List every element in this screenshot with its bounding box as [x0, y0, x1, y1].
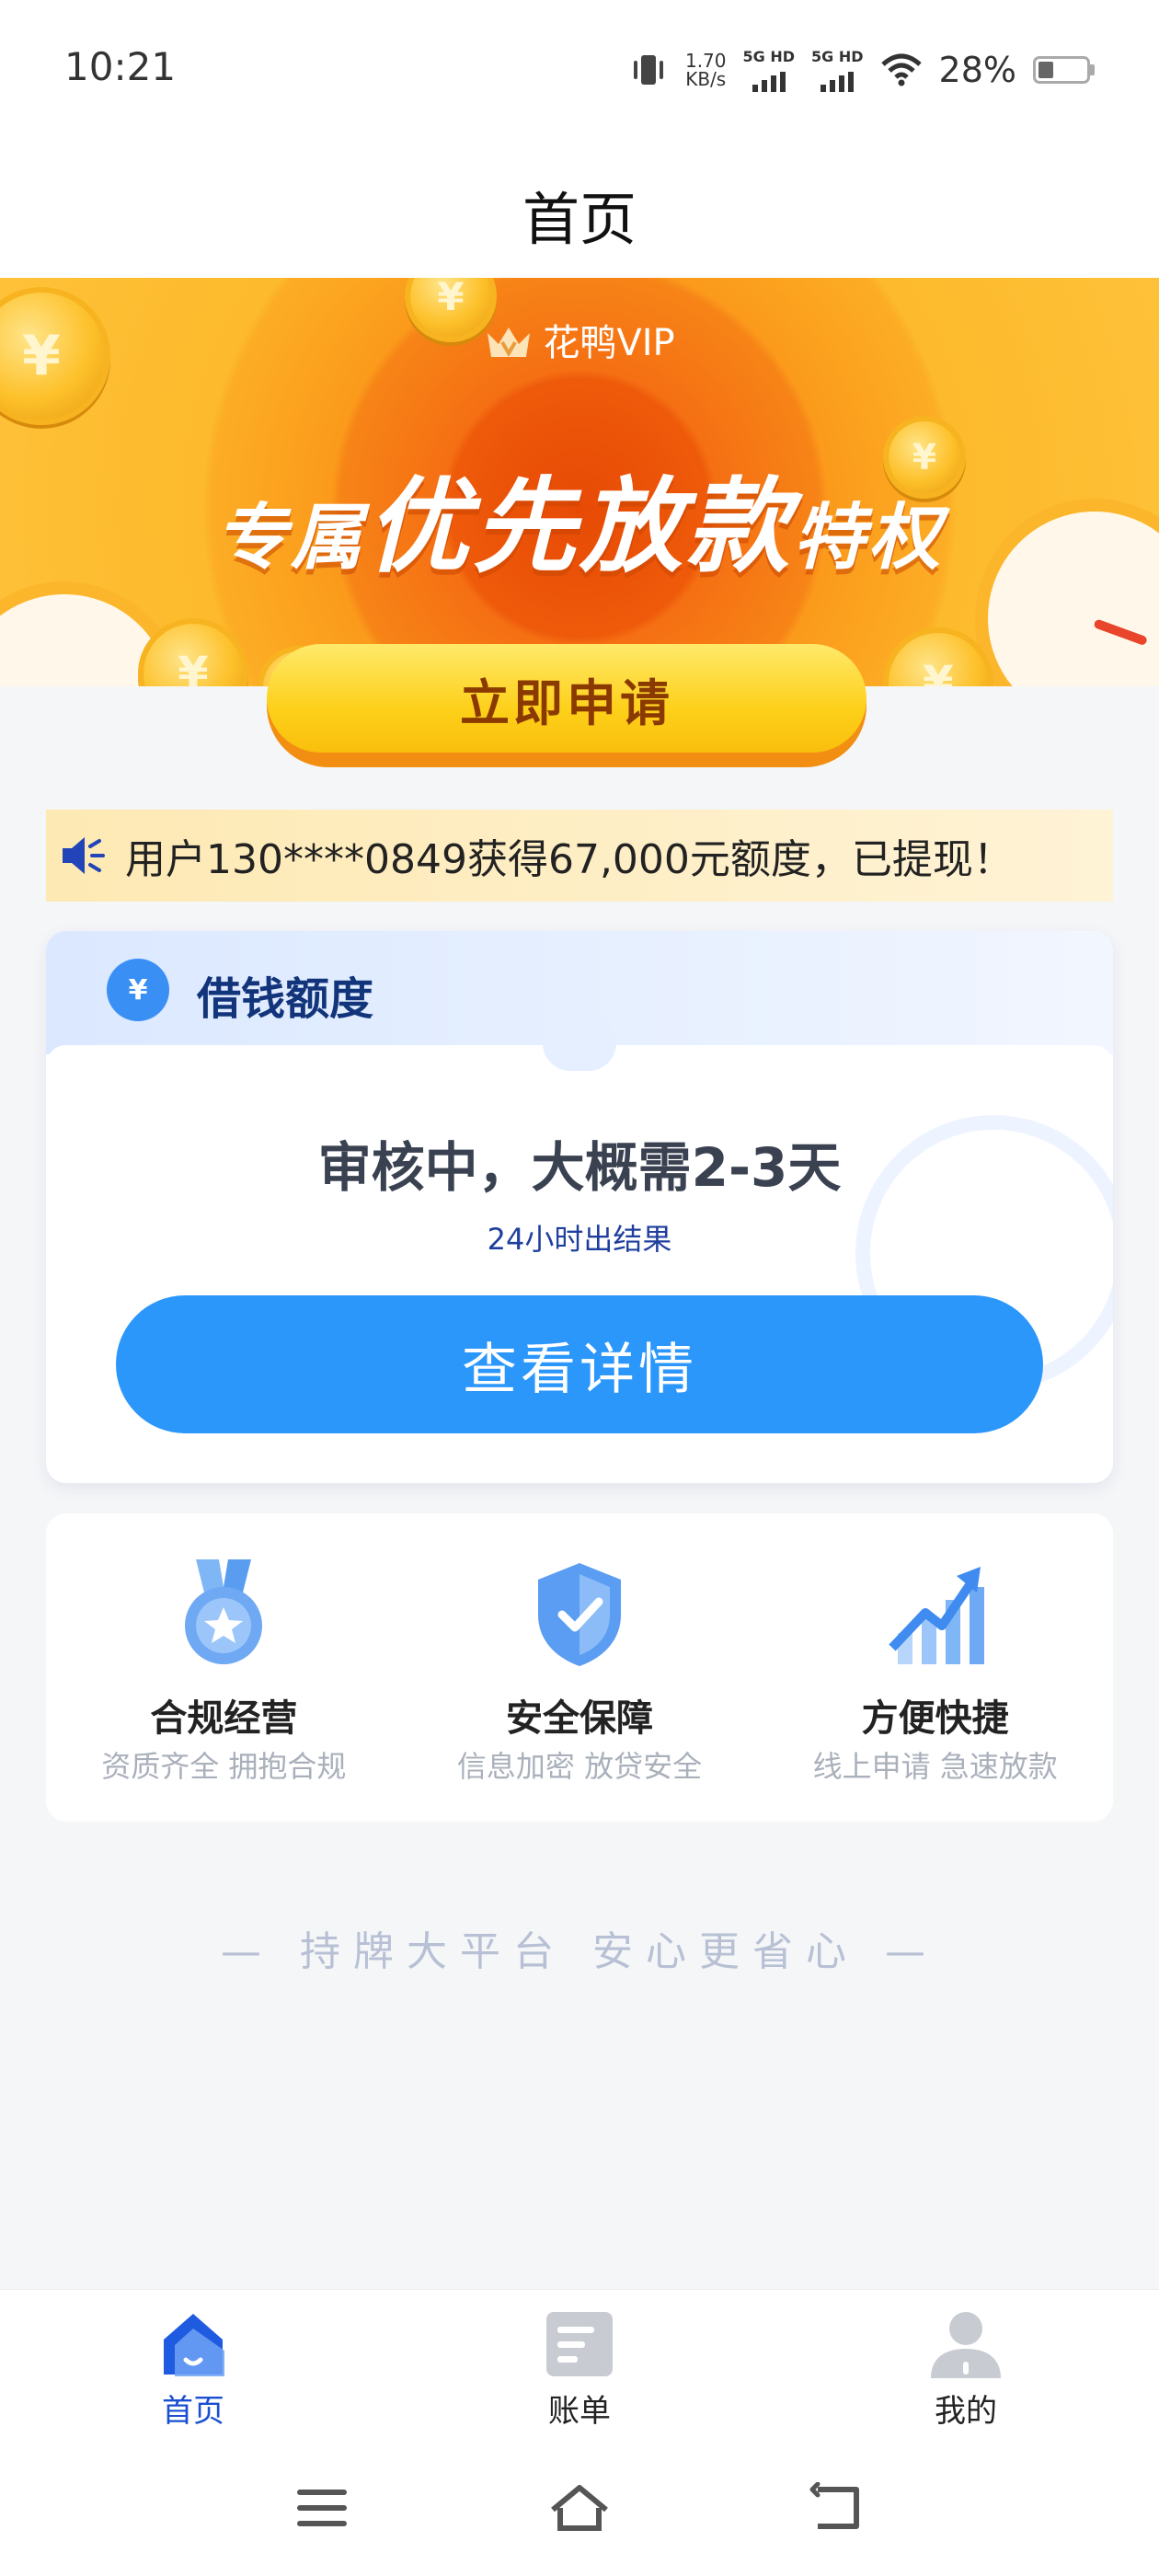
view-details-button[interactable]: 查看详情 — [116, 1295, 1043, 1433]
coin-icon: ¥ — [883, 627, 993, 686]
feature-desc: 资质齐全 拥抱合规 — [101, 1749, 347, 1784]
feature-security: 安全保障 信息加密 放贷安全 — [402, 1513, 758, 1822]
battery-icon — [1033, 56, 1095, 84]
sim2-signal: 5G HD — [811, 48, 864, 92]
bill-icon — [546, 2312, 613, 2376]
vip-badge: 花鸭VIP — [0, 313, 1159, 366]
tab-label: 我的 — [935, 2393, 997, 2430]
back-icon[interactable] — [805, 2482, 869, 2534]
status-bar: 10:21 1.70 KB/s 5G HD 5G HD 28% — [0, 0, 1159, 138]
shield-check-icon — [538, 1563, 621, 1666]
signal-bars-icon — [820, 66, 855, 92]
tab-bill[interactable]: 账单 — [386, 2290, 773, 2436]
feature-compliance: 合规经营 资质齐全 拥抱合规 — [46, 1513, 402, 1822]
net-speed-unit: KB/s — [685, 68, 727, 90]
feature-name: 安全保障 — [506, 1697, 653, 1740]
bottom-tab-bar: 首页 账单 我的 — [0, 2289, 1159, 2436]
tab-label: 首页 — [162, 2393, 224, 2430]
feature-desc: 线上申请 急速放款 — [812, 1749, 1058, 1784]
coin-icon: ¥ — [138, 618, 248, 686]
loan-quota-card: ¥ 借钱额度 审核中，大概需2-3天 24小时出结果 查看详情 — [46, 931, 1113, 1483]
features-panel: 合规经营 资质齐全 拥抱合规 安全保障 信息加密 放贷安全 方便快捷 线上申请 … — [46, 1513, 1113, 1822]
review-subtext: 24小时出结果 — [487, 1222, 672, 1257]
banner-slogan: 专属优先放款特权 — [0, 443, 1159, 592]
loan-card-title: 借钱额度 — [197, 973, 374, 1025]
tab-mine[interactable]: 我的 — [773, 2290, 1159, 2436]
slogan-suffix: 特权 — [793, 497, 945, 580]
feature-desc: 信息加密 放贷安全 — [456, 1749, 703, 1784]
speaker-icon — [63, 837, 105, 874]
vip-label: 花鸭VIP — [543, 322, 675, 364]
tagline: — 持牌大平台 安心更省心 — — [221, 1928, 938, 1975]
medal-icon — [185, 1559, 263, 1664]
feature-name: 方便快捷 — [861, 1697, 1009, 1740]
signal-bars-icon — [752, 66, 786, 92]
tab-home[interactable]: 首页 — [0, 2290, 386, 2436]
slogan-prefix: 专属 — [214, 497, 366, 580]
notice-text: 用户130****0849获得67,000元额度，已提现！ — [125, 836, 1014, 883]
feature-name: 合规经营 — [150, 1697, 298, 1740]
system-nav-bar — [0, 2436, 1159, 2576]
crown-icon — [488, 328, 531, 357]
review-status: 审核中，大概需2-3天 — [317, 1136, 842, 1199]
page-header: 首页 — [0, 138, 1159, 278]
status-time: 10:21 — [64, 44, 177, 89]
notice-bar: 用户130****0849获得67,000元额度，已提现！ — [46, 810, 1113, 902]
sim1-label: 5G HD — [742, 48, 796, 65]
menu-icon[interactable] — [290, 2482, 354, 2534]
vibrate-icon — [633, 55, 663, 85]
card-notch — [543, 1016, 616, 1071]
apply-now-button[interactable]: 立即申请 — [267, 644, 866, 767]
battery-percent: 28% — [938, 50, 1016, 90]
home-icon — [164, 2314, 224, 2376]
chart-arrow-icon — [889, 1567, 984, 1664]
home-nav-icon[interactable] — [547, 2482, 612, 2534]
status-icons: 1.70 KB/s 5G HD 5G HD 28% — [628, 48, 1095, 92]
wifi-icon — [880, 53, 922, 86]
promo-banner[interactable]: ¥ ¥ ¥ ¥ ¥ ¥ 花鸭VIP 专属优先放款特权 — [0, 278, 1159, 686]
tab-label: 账单 — [548, 2393, 611, 2430]
money-bag-icon: ¥ — [107, 959, 169, 1021]
sim1-signal: 5G HD — [742, 48, 796, 92]
net-speed: 1.70 KB/s — [685, 52, 727, 88]
sim2-label: 5G HD — [811, 48, 864, 65]
page-title: 首页 — [522, 186, 637, 253]
net-speed-value: 1.70 — [684, 50, 727, 72]
user-icon — [931, 2312, 1001, 2378]
slogan-main: 优先放款 — [366, 467, 793, 587]
feature-convenience: 方便快捷 线上申请 急速放款 — [757, 1513, 1113, 1822]
apply-now-label[interactable]: 立即申请 — [267, 644, 866, 753]
